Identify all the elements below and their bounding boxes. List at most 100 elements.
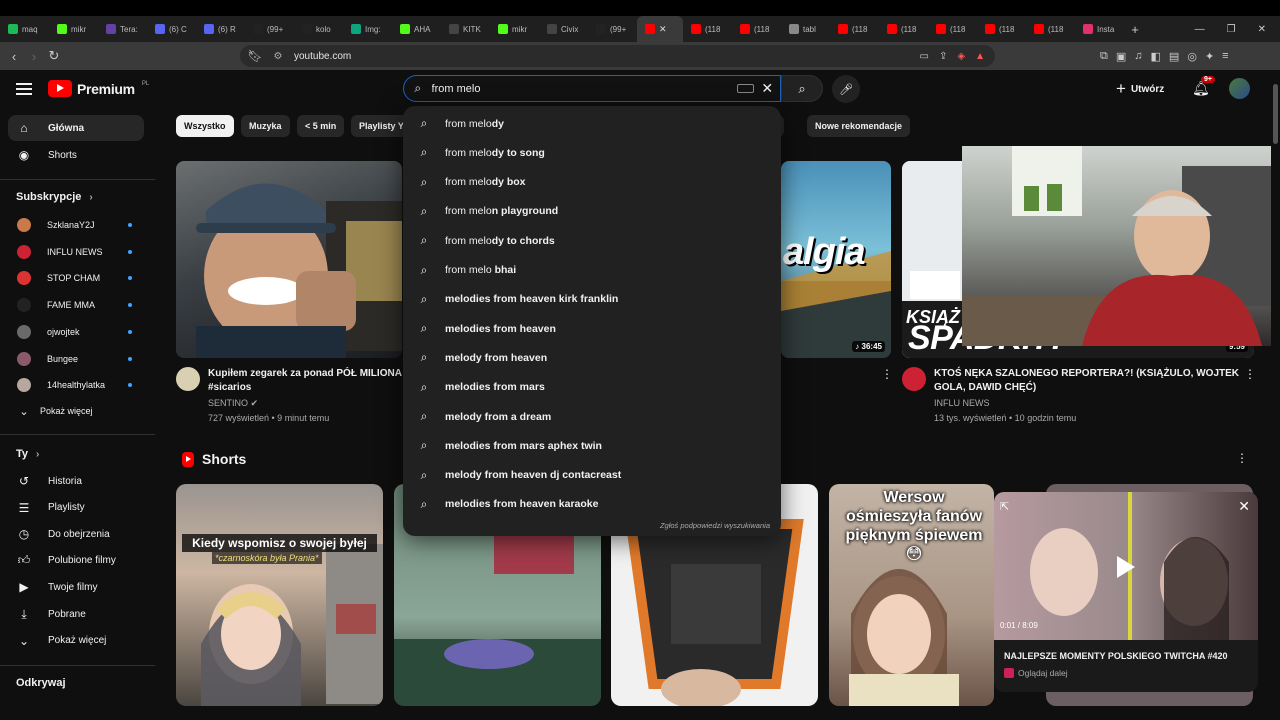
search-suggestion[interactable]: ⌕ melody from a dream [403,402,781,431]
browser-tab[interactable]: AHA [392,16,441,42]
search-suggestion[interactable]: ⌕ from melody [403,109,781,138]
play-icon[interactable] [1117,556,1135,578]
subscription-item[interactable]: INFLU NEWS [8,239,144,265]
search-suggestion[interactable]: ⌕ melodies from heaven [403,314,781,343]
menu-icon[interactable]: ≡ [1222,50,1228,63]
hamburger-menu-icon[interactable] [14,80,34,100]
video-thumbnail[interactable] [176,161,402,358]
filter-chip[interactable]: < 5 min [297,115,345,137]
search-suggestion[interactable]: ⌕ melodies from mars aphex twin [403,431,781,460]
browser-tab[interactable]: (118 [830,16,879,42]
browser-tab[interactable]: mikr [490,16,539,42]
channel-avatar[interactable] [176,367,200,391]
keyboard-icon[interactable] [736,84,755,93]
subscription-item[interactable]: FAME MMA [8,292,144,318]
close-tab-icon[interactable]: ✕ [659,24,667,35]
more-actions-icon[interactable]: ⋮ [1236,451,1248,465]
browser-tab[interactable]: (6) C [147,16,196,42]
search-suggestion[interactable]: ⌕ melodies from heaven kirk franklin [403,285,781,314]
brave-shield-icon[interactable]: ◈ [957,51,965,62]
report-suggestions-link[interactable]: Zgłoś podpowiedzi wyszukiwania [660,521,770,530]
screenshot-icon[interactable]: ▣ [1116,50,1126,63]
browser-tab[interactable]: (118 [683,16,732,42]
share-icon[interactable]: ⇪ [939,51,947,62]
miniplayer[interactable]: ⇱ ✕ 0:01 / 8:09 NAJLEPSZE MOMENTY POLSKI… [994,492,1258,692]
forward-icon[interactable]: › [24,49,44,64]
close-window-icon[interactable]: ✕ [1258,24,1266,35]
reload-icon[interactable]: ↻ [44,48,64,64]
maximize-icon[interactable]: ❐ [1227,24,1236,35]
search-suggestion[interactable]: ⌕ melodies from mars [403,373,781,402]
browser-tab[interactable]: (118 [928,16,977,42]
sidebar-item-shorts[interactable]: ◉ Shorts [8,142,144,168]
search-button[interactable]: ⌕ [781,75,823,102]
create-button[interactable]: + Utwórz [1116,78,1164,100]
browser-tab[interactable]: Img: [343,16,392,42]
short-card[interactable]: Kiedy wspomisz o swojej byłej *czarnoskó… [176,484,383,706]
page-scrollbar[interactable] [1271,70,1280,720]
show-more-subscriptions[interactable]: ⌄ Pokaż więcej [8,398,144,424]
sidebar-icon[interactable]: ◧ [1151,50,1161,63]
channel-name[interactable]: SENTINO ✔︎ [208,396,329,411]
search-suggestion[interactable]: ⌕ melodies from heaven karaoke [403,490,781,519]
browser-tab[interactable]: Insta [1075,16,1124,42]
scrollbar-thumb[interactable] [1273,84,1278,144]
browser-tab[interactable]: (99+ [588,16,637,42]
browser-tab[interactable]: (6) R [196,16,245,42]
sidebar-item-you[interactable]: 👍︎ Polubione filmy [8,548,144,574]
search-suggestion[interactable]: ⌕ from melon playground [403,197,781,226]
video-thumbnail[interactable]: algia ♪ 36:45 [781,161,891,358]
sidebar-item-you[interactable]: ⤓ Pobrane [8,601,144,627]
search-suggestion[interactable]: ⌕ from melody to chords [403,226,781,255]
subscription-item[interactable]: 14healthylatka [8,372,144,398]
sidebar-item-you[interactable]: ▶ Twoje filmy [8,574,144,600]
browser-tab[interactable]: kolo [294,16,343,42]
minimize-icon[interactable]: — [1195,24,1205,35]
address-bar[interactable]: 🔖︎ ⚙︎ youtube.com ▭ ⇪ ◈ ▲ [240,45,995,67]
browser-tab[interactable]: (118 [732,16,781,42]
browser-tab-active[interactable]: ✕ [637,16,683,42]
account-avatar[interactable] [1229,78,1250,99]
channel-avatar[interactable] [902,367,926,391]
media-icon[interactable]: ♫ [1134,50,1142,63]
site-info-icon[interactable]: ⚙︎ [270,51,286,62]
sidebar-item-home[interactable]: ⌂ Główna [8,115,144,141]
close-icon[interactable]: ✕ [1238,498,1250,515]
vpn-icon[interactable]: ◎ [1187,50,1197,63]
cast-icon[interactable]: ▭ [920,51,929,62]
expand-icon[interactable]: ⇱ [1000,500,1009,513]
voice-search-button[interactable]: 🎤︎ [832,75,860,103]
filter-chip[interactable]: Wszystko [176,115,234,137]
video-title[interactable]: KTOŚ NĘKA SZALONEGO REPORTERA?! (KSIĄŻUL… [934,367,1239,395]
browser-tab[interactable]: (118 [977,16,1026,42]
search-suggestion[interactable]: ⌕ from melody to song [403,138,781,167]
browser-tab[interactable]: (118 [1026,16,1075,42]
leo-icon[interactable]: ✦ [1205,50,1214,63]
browser-tab[interactable]: (118 [879,16,928,42]
search-suggestion[interactable]: ⌕ from melody box [403,168,781,197]
clear-search-icon[interactable]: ✕ [754,80,780,97]
browser-tab[interactable]: (99+ [245,16,294,42]
video-title[interactable]: Kupiłem zegarek za ponad PÓŁ MILIONA #si… [208,367,403,395]
browser-tab[interactable]: tabl [781,16,830,42]
search-box[interactable]: ⌕ ✕ [403,75,781,102]
sidebar-item-you[interactable]: ⌄ Pokaż więcej [8,628,144,654]
notifications-button[interactable]: 🔔︎ 9+ [1192,76,1215,97]
subscription-item[interactable]: SzklanaY2J [8,212,144,238]
sidebar-item-you[interactable]: ☰ Playlisty [8,495,144,521]
new-tab-icon[interactable]: + [1124,22,1146,37]
youtube-premium-logo[interactable]: Premium PL [48,80,149,97]
channel-name[interactable]: INFLU NEWS [934,396,1076,411]
filter-chip[interactable]: Nowe rekomendacje [807,115,911,137]
rewards-icon[interactable]: ▲ [975,51,985,62]
filter-chip[interactable]: Muzyka [241,115,290,137]
subscription-item[interactable]: ojwojtek [8,319,144,345]
browser-tab[interactable]: Tera: [98,16,147,42]
search-suggestion[interactable]: ⌕ melody from heaven dj contacreast [403,461,781,490]
more-actions-icon[interactable]: ⋮ [1244,367,1256,381]
subscription-item[interactable]: Bungee [8,346,144,372]
search-input[interactable] [431,82,727,95]
more-actions-icon[interactable]: ⋮ [881,367,893,381]
search-suggestion[interactable]: ⌕ melody from heaven [403,343,781,372]
bookmark-icon[interactable]: 🔖︎ [240,49,270,63]
